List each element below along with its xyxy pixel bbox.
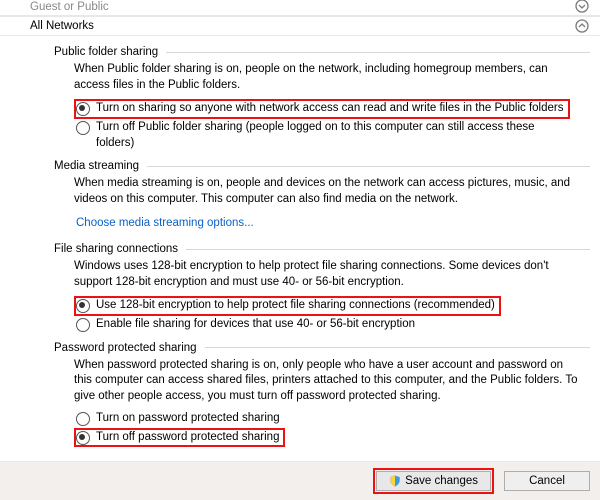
section-all-networks[interactable]: All Networks xyxy=(0,16,600,36)
chevron-up-icon xyxy=(564,19,600,33)
save-highlight: Save changes xyxy=(373,468,494,494)
radio-label: Turn off Public folder sharing (people l… xyxy=(96,120,560,151)
radio-public-off[interactable]: Turn off Public folder sharing (people l… xyxy=(74,119,590,152)
file-sharing-desc: Windows uses 128-bit encryption to help … xyxy=(74,259,590,290)
subheader-password: Password protected sharing xyxy=(54,342,590,354)
subheader-file-sharing: File sharing connections xyxy=(54,243,590,255)
radio-password-off[interactable]: Turn off password protected sharing xyxy=(74,428,285,448)
section-title: Guest or Public xyxy=(30,1,109,13)
radio-icon xyxy=(76,412,90,426)
radio-icon xyxy=(76,318,90,332)
shield-icon xyxy=(389,475,401,487)
chevron-down-icon xyxy=(564,0,600,13)
radio-label: Use 128-bit encryption to help protect f… xyxy=(96,298,495,314)
save-button[interactable]: Save changes xyxy=(376,471,491,491)
radio-label: Enable file sharing for devices that use… xyxy=(96,317,415,333)
radio-40bit[interactable]: Enable file sharing for devices that use… xyxy=(74,316,590,334)
section-title: All Networks xyxy=(30,20,94,32)
radio-public-on[interactable]: Turn on sharing so anyone with network a… xyxy=(74,99,570,119)
subheader-public-folder: Public folder sharing xyxy=(54,46,590,58)
subheader-media: Media streaming xyxy=(54,160,590,172)
radio-label: Turn on sharing so anyone with network a… xyxy=(96,101,564,117)
password-desc: When password protected sharing is on, o… xyxy=(74,358,590,405)
radio-label: Turn on password protected sharing xyxy=(96,411,280,427)
radio-icon xyxy=(76,431,90,445)
media-desc: When media streaming is on, people and d… xyxy=(74,176,590,207)
radio-icon xyxy=(76,102,90,116)
radio-icon xyxy=(76,299,90,313)
section-guest-public[interactable]: Guest or Public xyxy=(0,0,600,16)
cancel-label: Cancel xyxy=(529,475,565,487)
save-label: Save changes xyxy=(405,475,478,487)
button-bar: Save changes Cancel xyxy=(0,461,600,500)
cancel-button[interactable]: Cancel xyxy=(504,471,590,491)
radio-label: Turn off password protected sharing xyxy=(96,430,279,446)
link-media-options[interactable]: Choose media streaming options... xyxy=(76,217,254,229)
radio-128bit[interactable]: Use 128-bit encryption to help protect f… xyxy=(74,296,501,316)
radio-icon xyxy=(76,121,90,135)
radio-password-on[interactable]: Turn on password protected sharing xyxy=(74,410,590,428)
all-networks-body: Public folder sharing When Public folder… xyxy=(0,36,600,448)
public-folder-desc: When Public folder sharing is on, people… xyxy=(74,62,590,93)
